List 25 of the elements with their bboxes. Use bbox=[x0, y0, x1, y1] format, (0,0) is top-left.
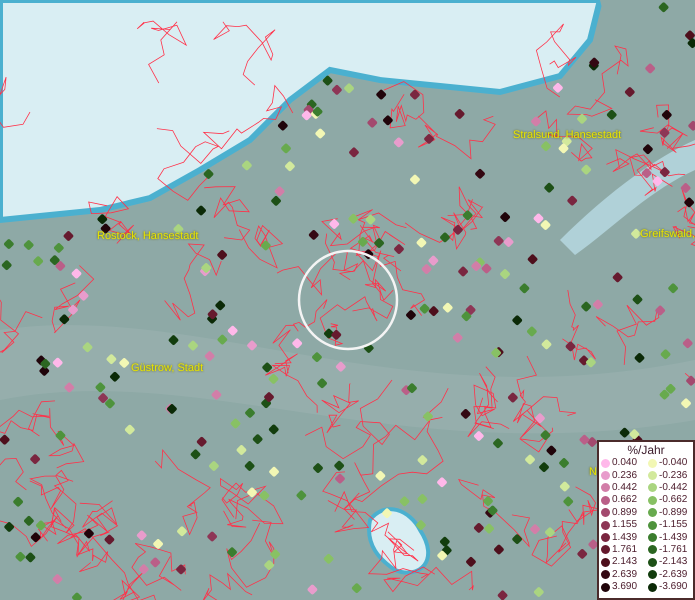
legend-value: -2.639 bbox=[659, 568, 688, 581]
legend-value: 0.899 bbox=[612, 506, 638, 519]
legend-value: -0.899 bbox=[659, 506, 688, 519]
legend-value: -3.690 bbox=[659, 581, 688, 594]
legend-value: -0.662 bbox=[659, 494, 688, 506]
legend-value: 3.690 bbox=[612, 581, 638, 594]
legend-value: 0.442 bbox=[612, 482, 638, 494]
legend-value: -0.442 bbox=[659, 482, 688, 494]
legend-value: 1.761 bbox=[612, 544, 638, 556]
legend-value: -0.040 bbox=[659, 457, 688, 470]
legend-value: 1.155 bbox=[612, 519, 638, 532]
legend-value: -0.236 bbox=[659, 470, 688, 482]
legend-value: 0.662 bbox=[612, 494, 638, 506]
city-label: N bbox=[589, 467, 597, 478]
legend-value: 2.639 bbox=[612, 568, 638, 581]
legend-value: 0.236 bbox=[612, 470, 638, 482]
city-label: Güstrow, Stadt bbox=[131, 363, 204, 374]
legend-value: -1.439 bbox=[659, 532, 688, 544]
legend-value: -1.761 bbox=[659, 544, 688, 556]
legend-title: %/Jahr bbox=[626, 443, 666, 457]
legend-value: 0.040 bbox=[612, 457, 638, 470]
legend-value: 2.143 bbox=[612, 556, 638, 568]
legend-value: -2.143 bbox=[659, 556, 688, 568]
legend-value: 1.439 bbox=[612, 532, 638, 544]
legend-value: -1.155 bbox=[659, 519, 688, 532]
